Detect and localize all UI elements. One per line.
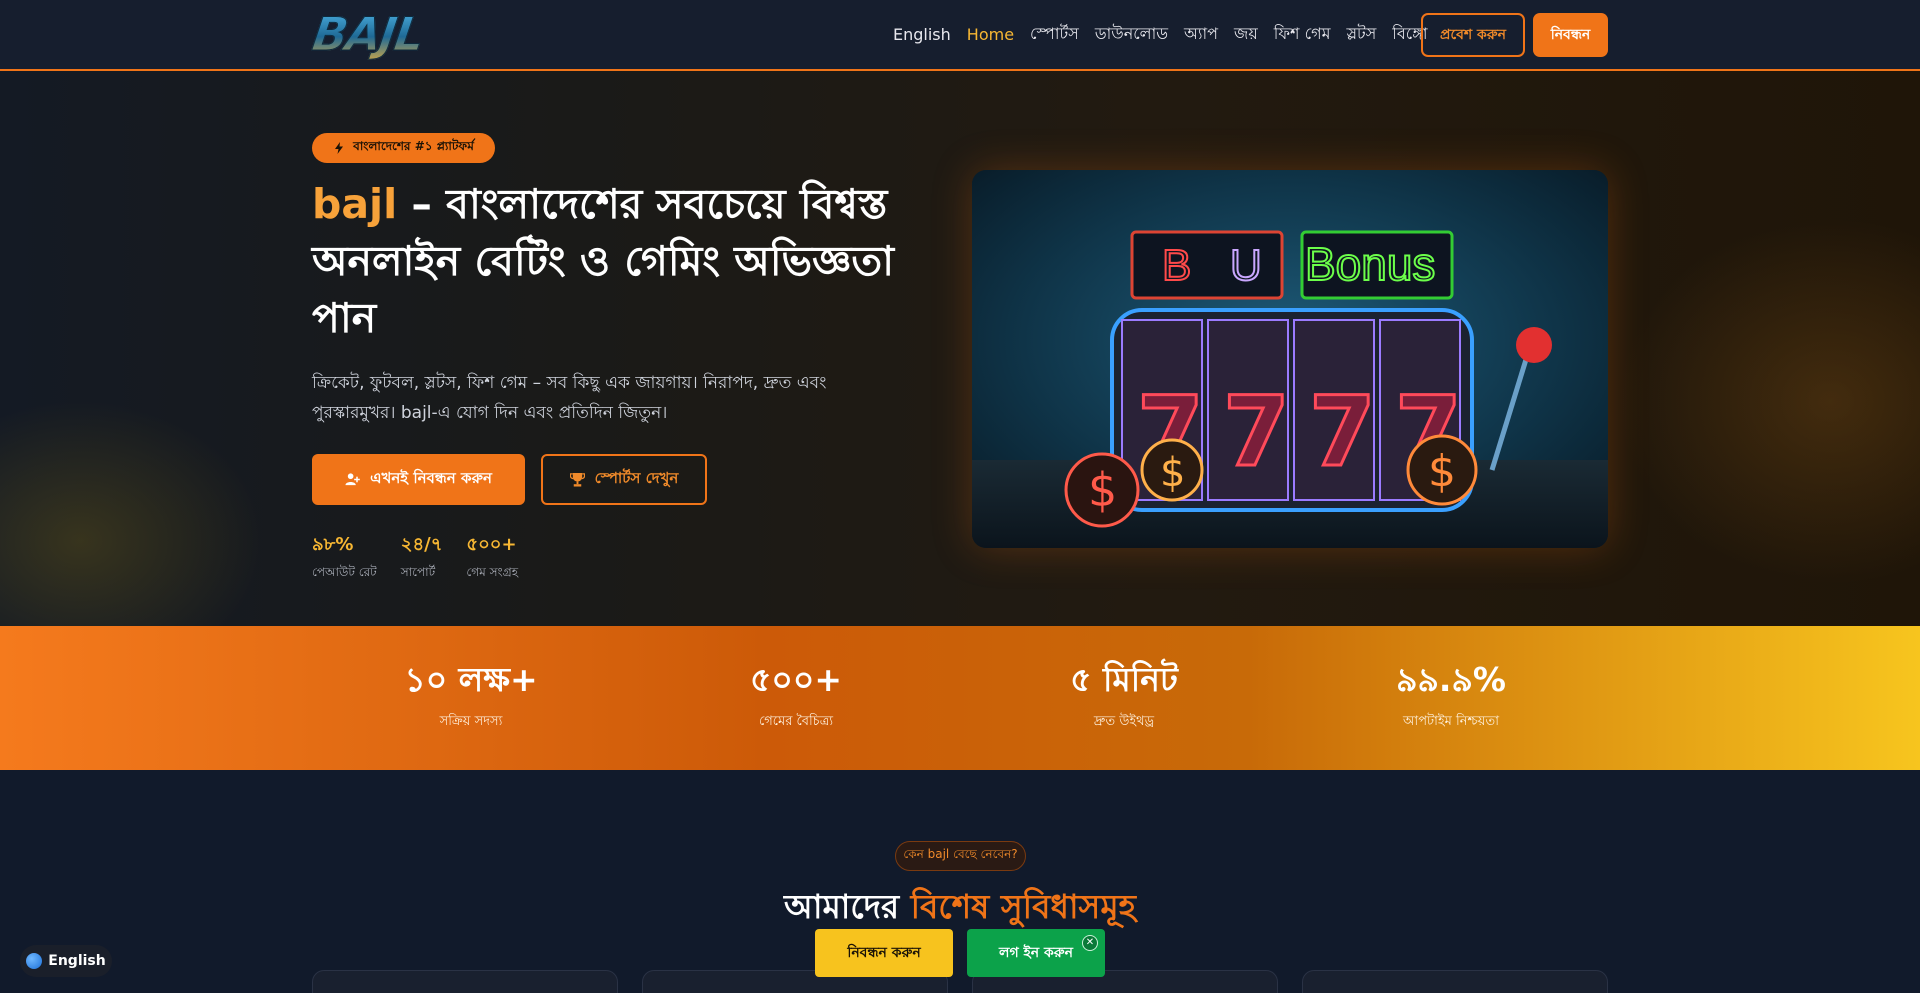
slot-machine-image: B U Bonus 7 7 7 7 $ $ $ [972,170,1608,548]
svg-text:$: $ [1160,450,1185,496]
stat-number: ৫০০+ [750,660,842,699]
mini-stat-payout: ৯৮% পেআউট রেট [312,534,377,584]
svg-text:$: $ [1428,446,1456,497]
login-button[interactable]: প্রবেশ করুন [1421,13,1525,57]
svg-text:7: 7 [1309,376,1376,488]
svg-text:$: $ [1088,463,1117,517]
register-now-button[interactable]: এখনই নিবন্ধন করুন [312,454,525,505]
mini-stat-value: ৯৮% [312,534,354,555]
stat-caption: দ্রুত উইথড্র [1093,714,1155,729]
feature-card [312,970,618,993]
view-sports-label: স্পোর্টস দেখুন [594,469,679,487]
language-switcher[interactable]: English [20,945,112,977]
stat-game-variety: ৫০০+ গেমের বৈচিত্র্য [671,660,921,733]
close-icon[interactable]: ✕ [1082,935,1098,951]
stats-band: ১০ লক্ষ+ সক্রিয় সদস্য ৫০০+ গেমের বৈচিত্… [0,626,1920,770]
stat-active-members: ১০ লক্ষ+ সক্রিয় সদস্য [346,660,596,733]
features-title-highlight: বিশেষ সুবিধাসমূহ [910,887,1137,926]
mini-stat-value: ২৪/৭ [400,534,443,555]
sign-letter-u: U [1230,241,1262,290]
stat-number: ৯৯.৯% [1396,660,1506,699]
nav-link-home[interactable]: Home [967,25,1014,44]
hero-title: bajl – বাংলাদেশের সবচেয়ে বিশ্বস্ত অনলাই… [312,176,932,347]
lightning-icon [335,142,344,154]
hero-title-brand: bajl [312,180,398,228]
language-label: English [48,953,106,969]
mini-stat-label: সাপোর্ট [400,565,436,579]
nav-link-app[interactable]: অ্যাপ [1184,21,1218,48]
features-title-plain: আমাদের [783,887,911,926]
sign-bonus: Bonus [1305,238,1435,290]
nav-link-download[interactable]: ডাউনলোড [1095,21,1168,48]
badge-text: বাংলাদেশের #১ প্ল্যাটফর্ম [353,139,474,153]
floating-register-button[interactable]: নিবন্ধন করুন [815,929,953,977]
stat-caption: আপটাইম নিশ্চয়তা [1403,714,1499,729]
stat-uptime: ৯৯.৯% আপটাইম নিশ্চয়তা [1326,660,1576,733]
stat-number: ১০ লক্ষ+ [404,660,538,699]
navbar: BAJL English Home স্পোর্টস ডাউনলোড অ্যাপ… [0,0,1920,71]
stat-caption: গেমের বৈচিত্র্য [758,714,834,729]
nav-link-english[interactable]: English [893,25,951,44]
stat-fast-withdraw: ৫ মিনিট দ্রুত উইথড্র [999,660,1249,733]
register-now-label: এখনই নিবন্ধন করুন [370,469,492,487]
view-sports-button[interactable]: স্পোর্টস দেখুন [541,454,707,505]
svg-text:7: 7 [1223,376,1290,488]
mini-stat-games: ৫০০+ গেম সংগ্রহ [466,534,518,584]
nav-links: English Home স্পোর্টস ডাউনলোড অ্যাপ জয় … [893,0,1427,69]
register-button[interactable]: নিবন্ধন [1533,13,1608,57]
mini-stat-label: পেআউট রেট [312,565,377,579]
hero-subtitle: ক্রিকেট, ফুটবল, স্লটস, ফিশ গেম – সব কিছু… [312,373,827,423]
mini-stat-label: গেম সংগ্রহ [466,565,519,579]
hero-section [0,71,1920,626]
mini-stat-value: ৫০০+ [466,534,517,555]
user-plus-icon [345,473,360,486]
hero-title-rest: – বাংলাদেশের সবচেয়ে বিশ্বস্ত অনলাইন বেট… [312,180,894,342]
trophy-icon [569,472,585,487]
nav-link-slots[interactable]: স্লটস [1346,21,1376,48]
feature-card [1302,970,1608,993]
nav-link-sports[interactable]: স্পোর্টস [1030,21,1079,48]
platform-badge: বাংলাদেশের #১ প্ল্যাটফর্ম [312,133,495,163]
stat-caption: সক্রিয় সদস্য [439,714,503,729]
features-pill: কেন bajl বেছে নেবেন? [895,841,1026,871]
globe-icon [26,953,43,969]
logo[interactable]: BAJL [309,7,487,62]
stat-number: ৫ মিনিট [1070,660,1178,699]
logo-text: BAJL [309,7,427,62]
features-title: আমাদের বিশেষ সুবিধাসমূহ [0,884,1920,930]
nav-link-fish-game[interactable]: ফিশ গেম [1274,21,1331,48]
hero-mini-stats: ৯৮% পেআউট রেট ২৪/৭ সাপোর্ট ৫০০+ গেম সংগ্… [312,534,518,584]
sign-letter-b: B [1162,241,1191,290]
nav-link-win[interactable]: জয় [1234,21,1258,48]
mini-stat-support: ২৪/৭ সাপোর্ট [401,534,443,584]
